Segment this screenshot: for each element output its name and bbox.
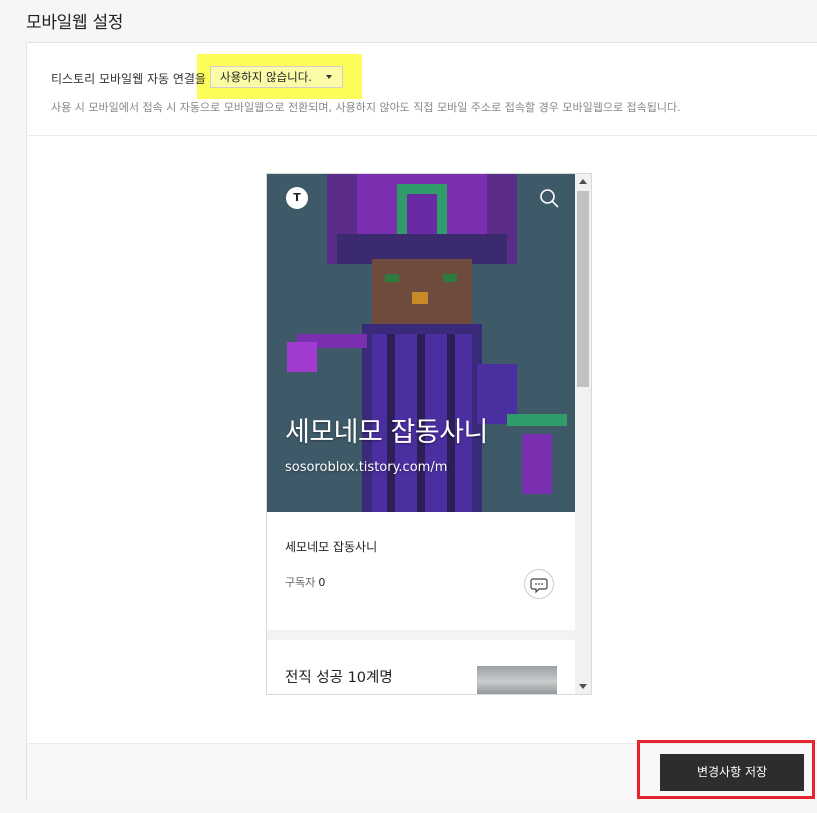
post-title: 전직 성공 10계명 (285, 670, 393, 686)
scroll-thumb[interactable] (577, 191, 589, 387)
speech-bubble-button[interactable] (524, 569, 554, 599)
scroll-up-arrow-icon[interactable] (579, 179, 587, 184)
hero-blog-url: sosoroblox.tistory.com/m (285, 460, 448, 475)
subscriber-count: 구독자 0 (285, 574, 325, 590)
scroll-down-arrow-icon[interactable] (579, 684, 587, 689)
mobile-preview-frame[interactable]: T 세모네모 잡동사니 sosoroblox.tistory.com/m 세모네… (266, 173, 592, 695)
speech-bubble-icon (530, 578, 548, 594)
setting-description: 사용 시 모바일에서 접속 시 자동으로 모바일웹으로 전환되며, 사용하지 않… (51, 101, 681, 114)
settings-panel: 티스토리 모바일웹 자동 연결을 사용하지 않습니다. 사용 시 모바일에서 접… (26, 42, 817, 801)
subscriber-label: 구독자 (285, 576, 316, 589)
auto-connect-select[interactable]: 사용하지 않습니다. (210, 66, 343, 88)
blog-profile: 세모네모 잡동사니 구독자 0 (267, 512, 575, 630)
post-item[interactable]: 전직 성공 10계명 (267, 640, 575, 694)
preview-hero: T 세모네모 잡동사니 sosoroblox.tistory.com/m (267, 174, 575, 512)
chevron-down-icon (326, 75, 332, 79)
mobile-web-setting-row: 티스토리 모바일웹 자동 연결을 사용하지 않습니다. 사용 시 모바일에서 접… (27, 43, 817, 136)
tistory-logo-icon[interactable]: T (286, 187, 308, 209)
blog-name: 세모네모 잡동사니 (285, 540, 378, 554)
section-divider (267, 630, 575, 640)
setting-label: 티스토리 모바일웹 자동 연결을 (51, 72, 206, 86)
subscriber-value: 0 (318, 576, 326, 589)
save-changes-button[interactable]: 변경사항 저장 (660, 754, 804, 791)
post-thumbnail (477, 666, 557, 694)
preview-scrollbar[interactable] (575, 174, 591, 694)
page-title: 모바일웹 설정 (26, 13, 124, 33)
select-value: 사용하지 않습니다. (220, 70, 312, 84)
hero-blog-title: 세모네모 잡동사니 (285, 417, 488, 448)
search-icon[interactable] (539, 188, 559, 208)
